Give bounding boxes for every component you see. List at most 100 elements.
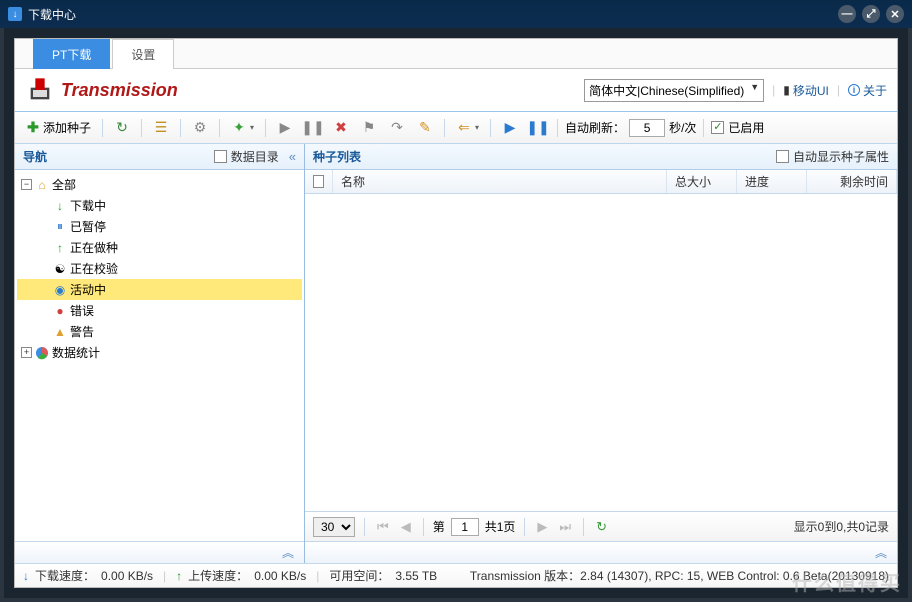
nav-header: 导航 数据目录 «: [15, 144, 304, 170]
yin-yang-icon: ☯: [53, 262, 67, 276]
window-title: 下载中心: [28, 6, 76, 23]
list-collapse-bar[interactable]: ︽: [305, 541, 897, 563]
nav-collapse-bar[interactable]: ︽: [15, 541, 304, 563]
down-arrow-icon: ↓: [23, 569, 29, 583]
remove-icon: ✖: [333, 120, 349, 136]
pause-all-icon: ❚❚: [530, 120, 546, 136]
select-all-checkbox[interactable]: [313, 175, 324, 188]
move-button[interactable]: ⇐▾: [452, 118, 483, 138]
pause-all-button[interactable]: ❚❚: [526, 118, 550, 138]
download-icon: ↓: [53, 199, 67, 213]
mobile-ui-button[interactable]: ▮ 移动UI: [783, 82, 829, 99]
active-icon: ◉: [53, 283, 67, 297]
about-button[interactable]: i 关于: [848, 82, 887, 99]
free-space-label: 可用空间：: [329, 567, 389, 584]
disk-button[interactable]: ☰: [149, 118, 173, 138]
tree-collapse-icon[interactable]: −: [21, 179, 32, 190]
tree-paused[interactable]: ⏸ 已暂停: [17, 216, 302, 237]
page-size-select[interactable]: 30: [313, 517, 355, 537]
tree-error[interactable]: ● 错误: [17, 300, 302, 321]
chevron-up-icon: ︽: [282, 544, 294, 561]
disk-icon: ☰: [153, 120, 169, 136]
pager: 30 ⏮ ◀ 第 共1页 ▶ ⏭ ↻ 显示0到0,共0记录: [305, 511, 897, 541]
up-arrow-icon: ↑: [176, 569, 182, 583]
verify-button[interactable]: ⚑: [357, 118, 381, 138]
down-value: 0.00 KB/s: [101, 569, 153, 583]
list-header: 种子列表 自动显示种子属性: [305, 144, 897, 170]
version-text: Transmission 版本：2.84 (14307), RPC: 15, W…: [470, 567, 889, 584]
remove-button[interactable]: ✖: [329, 118, 353, 138]
home-icon: ⌂: [35, 178, 49, 192]
upload-icon: ↑: [53, 241, 67, 255]
next-page-button[interactable]: ▶: [534, 519, 550, 535]
nav-title: 导航: [23, 148, 47, 165]
chevron-down-icon: ▾: [475, 123, 479, 132]
reannounce-button[interactable]: ↷: [385, 118, 409, 138]
announce-icon: ↷: [389, 120, 405, 136]
toolbar: ✚ 添加种子 ↻ ☰ ⚙ ✦▾ ▶ ❚❚ ✖ ⚑ ↷ ✎ ⇐▾: [15, 112, 897, 144]
enabled-checkbox[interactable]: [711, 121, 724, 134]
auto-refresh-unit: 秒/次: [669, 119, 696, 136]
plugin-button[interactable]: ✦▾: [227, 118, 258, 138]
data-dir-checkbox[interactable]: [214, 150, 227, 163]
col-size[interactable]: 总大小: [667, 170, 737, 193]
statusbar: ↓ 下载速度： 0.00 KB/s | ↑ 上传速度： 0.00 KB/s | …: [15, 563, 897, 587]
brand-name: Transmission: [61, 80, 178, 101]
start-button[interactable]: ▶: [273, 118, 297, 138]
action-button[interactable]: ✎: [413, 118, 437, 138]
language-select[interactable]: 简体中文|Chinese(Simplified): [584, 79, 764, 102]
chevron-up-icon: ︽: [875, 544, 887, 561]
list-title: 种子列表: [313, 148, 361, 165]
collapse-icon[interactable]: «: [289, 149, 296, 164]
first-page-button[interactable]: ⏮: [374, 519, 392, 535]
page-total: 共1页: [485, 518, 516, 535]
last-page-button[interactable]: ⏭: [556, 519, 574, 535]
chart-icon: [35, 346, 49, 360]
list-panel: 种子列表 自动显示种子属性 名称 总大小 进度 剩余时间: [305, 144, 897, 563]
plus-icon: ✚: [25, 120, 41, 136]
nav-panel: 导航 数据目录 « − ⌂ 全部: [15, 144, 305, 563]
data-dir-label: 数据目录: [231, 148, 279, 165]
mobile-icon: ▮: [783, 83, 790, 97]
auto-refresh-input[interactable]: [629, 119, 665, 137]
tab-settings[interactable]: 设置: [112, 39, 174, 69]
main-tabs: PT下载 设置: [15, 39, 897, 69]
tree-downloading[interactable]: ↓ 下载中: [17, 195, 302, 216]
play-all-icon: ▶: [502, 120, 518, 136]
tree-active[interactable]: ◉ 活动中: [17, 279, 302, 300]
up-label: 上传速度：: [188, 567, 248, 584]
tree-stats[interactable]: + 数据统计: [17, 342, 302, 363]
pager-summary: 显示0到0,共0记录: [794, 518, 889, 535]
verify-icon: ⚑: [361, 120, 377, 136]
col-progress[interactable]: 进度: [737, 170, 807, 193]
grid-body: [305, 194, 897, 511]
auto-show-props-label: 自动显示种子属性: [793, 148, 889, 165]
prev-page-button[interactable]: ◀: [398, 519, 414, 535]
col-remaining[interactable]: 剩余时间: [807, 170, 897, 193]
minimize-button[interactable]: —: [838, 5, 856, 23]
close-button[interactable]: ✕: [886, 5, 904, 23]
pager-refresh-button[interactable]: ↻: [593, 519, 610, 535]
tree-all[interactable]: − ⌂ 全部: [17, 174, 302, 195]
add-torrent-button[interactable]: ✚ 添加种子: [21, 117, 95, 138]
col-name[interactable]: 名称: [333, 170, 667, 193]
grid-header: 名称 总大小 进度 剩余时间: [305, 170, 897, 194]
maximize-button[interactable]: ⤢: [862, 5, 880, 23]
error-icon: ●: [53, 304, 67, 318]
page-prefix: 第: [433, 518, 445, 535]
tree-verifying[interactable]: ☯ 正在校验: [17, 258, 302, 279]
info-icon: i: [848, 84, 860, 96]
tree-warning[interactable]: ▲ 警告: [17, 321, 302, 342]
tree-expand-icon[interactable]: +: [21, 347, 32, 358]
free-space-value: 3.55 TB: [395, 569, 437, 583]
refresh-button[interactable]: ↻: [110, 118, 134, 138]
app-icon: ↓: [8, 7, 22, 21]
pause-button[interactable]: ❚❚: [301, 118, 325, 138]
tree-seeding[interactable]: ↑ 正在做种: [17, 237, 302, 258]
down-label: 下载速度：: [35, 567, 95, 584]
settings-button[interactable]: ⚙: [188, 118, 212, 138]
tab-pt-download[interactable]: PT下载: [33, 39, 110, 69]
start-all-button[interactable]: ▶: [498, 118, 522, 138]
page-input[interactable]: [451, 518, 479, 536]
auto-show-props-checkbox[interactable]: [776, 150, 789, 163]
